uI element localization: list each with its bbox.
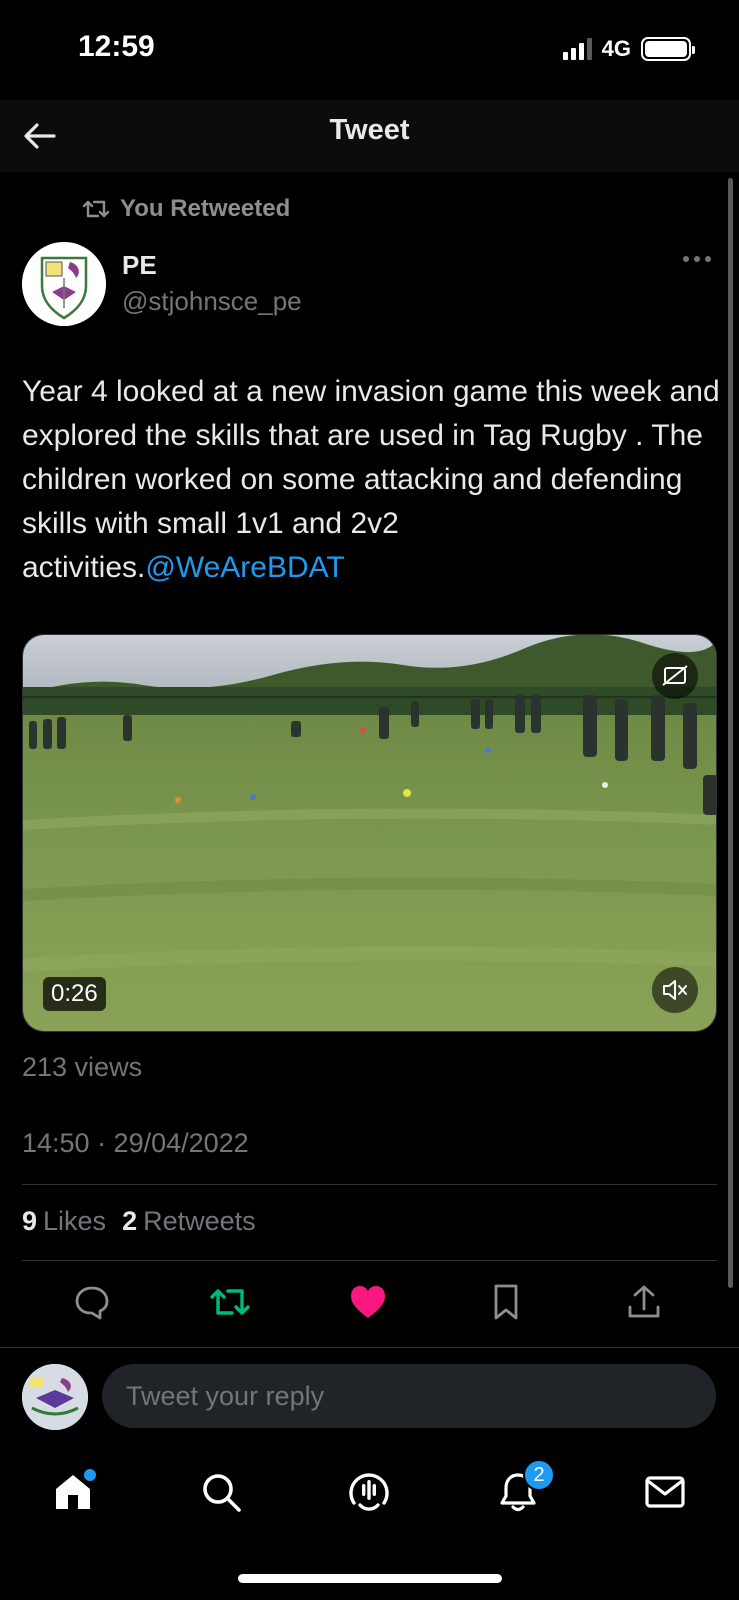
retweet-button[interactable]: [208, 1280, 252, 1324]
retweets-stat[interactable]: 2 Retweets: [122, 1206, 256, 1237]
author-handle[interactable]: @stjohnsce_pe: [122, 286, 302, 317]
bottom-tab-bar: 2: [0, 1447, 739, 1547]
tab-notifications[interactable]: 2: [493, 1459, 555, 1517]
user-avatar[interactable]: [22, 1364, 88, 1430]
spaces-icon: [349, 1473, 389, 1511]
signal-icon: [562, 38, 592, 60]
retweet-icon: [82, 200, 110, 218]
school-crest-logo: [22, 242, 106, 326]
video-duration: 0:26: [43, 977, 106, 1011]
more-options-button[interactable]: [683, 256, 711, 262]
messages-icon: [645, 1476, 685, 1508]
retweet-icon: [210, 1289, 250, 1315]
reply-composer: [0, 1347, 739, 1447]
speaker-muted-icon: [663, 980, 687, 1000]
captions-button[interactable]: [652, 653, 698, 699]
search-icon: [203, 1474, 241, 1512]
mute-button[interactable]: [652, 967, 698, 1013]
like-button[interactable]: [346, 1280, 390, 1324]
share-button[interactable]: [622, 1280, 666, 1324]
retweet-context-label: You Retweeted: [120, 195, 291, 222]
tweet-body: Year 4 looked at a new invasion game thi…: [22, 375, 720, 584]
home-unread-dot: [84, 1469, 96, 1481]
share-icon: [628, 1285, 660, 1318]
author-name[interactable]: PE: [122, 250, 157, 281]
tweet-mention-link[interactable]: @WeAreBDAT: [145, 551, 344, 584]
status-indicators: 4G: [562, 36, 695, 62]
divider: [22, 1260, 717, 1261]
status-bar: 12:59 4G: [0, 0, 739, 100]
retweet-context[interactable]: You Retweeted: [82, 195, 290, 223]
tab-home[interactable]: [48, 1467, 98, 1517]
tab-search[interactable]: [196, 1467, 246, 1517]
author-avatar[interactable]: [22, 242, 106, 326]
reply-button[interactable]: [70, 1280, 114, 1324]
network-type: 4G: [601, 36, 631, 61]
reply-icon: [75, 1286, 109, 1320]
like-icon: [351, 1286, 385, 1318]
likes-stat[interactable]: 9 Likes: [22, 1206, 106, 1237]
bookmark-button[interactable]: [484, 1280, 528, 1324]
view-count: 213 views: [22, 1052, 143, 1082]
top-nav: Tweet: [0, 100, 739, 172]
video-frame: [23, 635, 716, 1031]
divider: [22, 1184, 717, 1185]
closed-captions-icon: [662, 665, 688, 686]
page-title: Tweet: [329, 114, 410, 146]
battery-icon: [641, 37, 695, 61]
reply-input[interactable]: [102, 1364, 716, 1428]
status-time: 12:59: [78, 30, 155, 63]
tab-messages[interactable]: [640, 1467, 690, 1517]
notifications-badge: 2: [523, 1459, 555, 1491]
bookmark-icon: [494, 1284, 518, 1320]
tab-spaces[interactable]: [344, 1467, 394, 1517]
school-crest-logo: [22, 1364, 88, 1430]
home-indicator[interactable]: [238, 1574, 502, 1583]
tweet-actions: [22, 1280, 717, 1324]
tweet-timestamp: 14:50 · 29/04/2022: [22, 1128, 249, 1158]
tweet-text: Year 4 looked at a new invasion game thi…: [22, 370, 722, 590]
engagement-stats: 9 Likes 2 Retweets: [22, 1206, 256, 1237]
tweet-video[interactable]: 0:26: [22, 634, 717, 1032]
scrollbar[interactable]: [728, 178, 733, 1288]
